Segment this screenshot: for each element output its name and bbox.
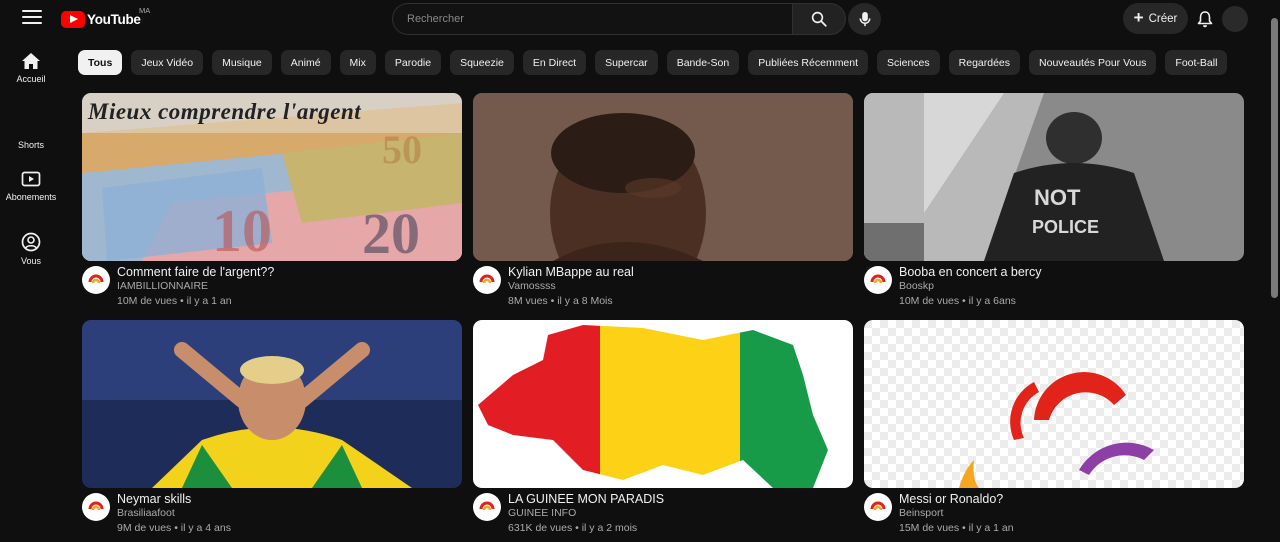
video-card[interactable]: Messi or Ronaldo? Beinsport 15M de vues …: [864, 320, 1244, 535]
chip-sciences[interactable]: Sciences: [877, 50, 940, 75]
video-card[interactable]: Neymar skills Brasiliaafoot 9M de vues •…: [82, 320, 462, 535]
subscriptions-icon: [21, 171, 41, 187]
video-thumbnail[interactable]: [473, 93, 853, 261]
video-stats: 10M de vues • il y a 1 an: [117, 295, 232, 307]
chip-supercar[interactable]: Supercar: [595, 50, 658, 75]
chip-publiees-recemment[interactable]: Publiées Récemment: [748, 50, 869, 75]
logo-thumbnail-image: [864, 320, 1244, 488]
sidebar-item-label: Shorts: [17, 140, 44, 150]
create-label: Créer: [1148, 12, 1178, 25]
search-button[interactable]: [792, 3, 846, 35]
chip-tous[interactable]: Tous: [78, 50, 123, 75]
svg-text:50: 50: [382, 127, 422, 172]
svg-text:POLICE: POLICE: [1032, 217, 1099, 237]
channel-logo-icon: [479, 501, 495, 511]
sidebar-item-label: Vous: [20, 256, 42, 266]
menu-icon[interactable]: [20, 10, 44, 28]
sidebar-item-label: Abonements: [5, 192, 57, 202]
video-title[interactable]: Neymar skills: [117, 492, 231, 506]
video-stats: 631K de vues • il y a 2 mois: [508, 522, 638, 534]
notifications-button[interactable]: [1194, 7, 1216, 31]
you-icon: [21, 232, 41, 252]
video-title[interactable]: Messi or Ronaldo?: [899, 492, 1014, 506]
video-thumbnail[interactable]: [864, 320, 1244, 488]
video-thumbnail[interactable]: [82, 320, 462, 488]
chip-parodie[interactable]: Parodie: [384, 50, 442, 75]
svg-text:10: 10: [212, 198, 272, 261]
chip-musique[interactable]: Musique: [212, 50, 272, 75]
search-input[interactable]: [392, 3, 792, 35]
sidebar-item-subscriptions[interactable]: Abonements: [0, 170, 62, 202]
channel-logo-icon: [88, 501, 104, 511]
channel-logo-icon: [870, 274, 886, 284]
video-stats: 10M de vues • il y a 6ans: [899, 295, 1016, 307]
video-stats: 9M de vues • il y a 4 ans: [117, 522, 231, 534]
microphone-icon: [859, 11, 870, 26]
home-icon: [22, 53, 40, 69]
video-title[interactable]: Comment faire de l'argent??: [117, 265, 274, 279]
youtube-logo[interactable]: YouTube MA: [61, 6, 150, 29]
channel-name[interactable]: Brasiliaafoot: [117, 507, 231, 520]
channel-logo-icon: [88, 274, 104, 284]
guinea-map-thumbnail-image: [473, 320, 853, 488]
video-stats: 8M vues • il y a 8 Mois: [508, 295, 613, 307]
video-card[interactable]: NOT POLICE Booba en concert a bercy Boos…: [864, 93, 1244, 308]
channel-logo-icon: [479, 274, 495, 284]
channel-logo-icon: [870, 501, 886, 511]
channel-avatar[interactable]: [473, 493, 501, 521]
bell-icon: [1197, 11, 1213, 28]
chip-nouveautes[interactable]: Nouveautés Pour Vous: [1029, 50, 1157, 75]
video-stats: 15M de vues • il y a 1 an: [899, 522, 1014, 534]
concert-thumbnail-image: NOT POLICE: [864, 93, 1244, 261]
channel-avatar[interactable]: [82, 493, 110, 521]
chip-bande-son[interactable]: Bande-Son: [666, 50, 740, 75]
video-title[interactable]: Booba en concert a bercy: [899, 265, 1041, 279]
channel-avatar[interactable]: [473, 266, 501, 294]
video-card[interactable]: Kylian MBappe au real Vamossss 8M vues •…: [473, 93, 853, 308]
voice-search-button[interactable]: [848, 3, 881, 35]
sidebar-item-you[interactable]: Vous: [0, 232, 62, 266]
youtube-play-icon: [61, 10, 85, 28]
channel-name[interactable]: Booskp: [899, 280, 1041, 293]
sidebar-item-home[interactable]: Accueil: [0, 52, 62, 84]
video-title[interactable]: LA GUINEE MON PARADIS: [508, 492, 664, 506]
channel-avatar[interactable]: [864, 493, 892, 521]
search-bar: [392, 3, 846, 35]
category-chips: Tous Jeux Vidéo Musique Animé Mix Parodi…: [78, 50, 1228, 75]
chip-anime[interactable]: Animé: [280, 50, 331, 75]
svg-text:20: 20: [362, 201, 420, 261]
football-thumbnail-image: [82, 320, 462, 488]
video-card[interactable]: LA GUINEE MON PARADIS GUINEE INFO 631K d…: [473, 320, 853, 535]
thumbnail-caption: Mieux comprendre l'argent: [88, 99, 362, 124]
channel-name[interactable]: GUINEE INFO: [508, 507, 664, 520]
chip-regardees[interactable]: Regardées: [948, 50, 1021, 75]
page-scrollbar[interactable]: [1271, 18, 1278, 298]
channel-name[interactable]: Vamossss: [508, 280, 634, 293]
channel-avatar[interactable]: [82, 266, 110, 294]
video-card[interactable]: 10 20 50 Mieux comprendre l'argent Comme…: [82, 93, 462, 308]
create-button[interactable]: + Créer: [1123, 3, 1188, 34]
chip-mix[interactable]: Mix: [339, 50, 376, 75]
channel-avatar[interactable]: [864, 266, 892, 294]
plus-icon: +: [1133, 8, 1144, 27]
channel-name[interactable]: Beinsport: [899, 507, 1014, 520]
video-thumbnail[interactable]: NOT POLICE: [864, 93, 1244, 261]
logo-region: MA: [139, 6, 151, 15]
video-thumbnail[interactable]: 10 20 50 Mieux comprendre l'argent: [82, 93, 462, 261]
top-bar: YouTube MA + Créer: [0, 0, 1280, 38]
search-icon: [811, 11, 827, 27]
chip-foot-ball[interactable]: Foot-Ball: [1165, 50, 1228, 75]
sidebar-item-label: Accueil: [16, 74, 46, 84]
video-thumbnail[interactable]: [473, 320, 853, 488]
chip-en-direct[interactable]: En Direct: [522, 50, 587, 75]
chip-jeux-video[interactable]: Jeux Vidéo: [131, 50, 204, 75]
portrait-thumbnail-image: [473, 93, 853, 261]
video-title[interactable]: Kylian MBappe au real: [508, 265, 634, 279]
chip-squeezie[interactable]: Squeezie: [450, 50, 514, 75]
svg-text:NOT: NOT: [1034, 185, 1081, 210]
sidebar-item-shorts[interactable]: Shorts: [0, 136, 62, 150]
channel-name[interactable]: IAMBILLIONNAIRE: [117, 280, 274, 293]
logo-text: YouTube: [87, 11, 141, 27]
account-avatar[interactable]: [1222, 6, 1248, 32]
